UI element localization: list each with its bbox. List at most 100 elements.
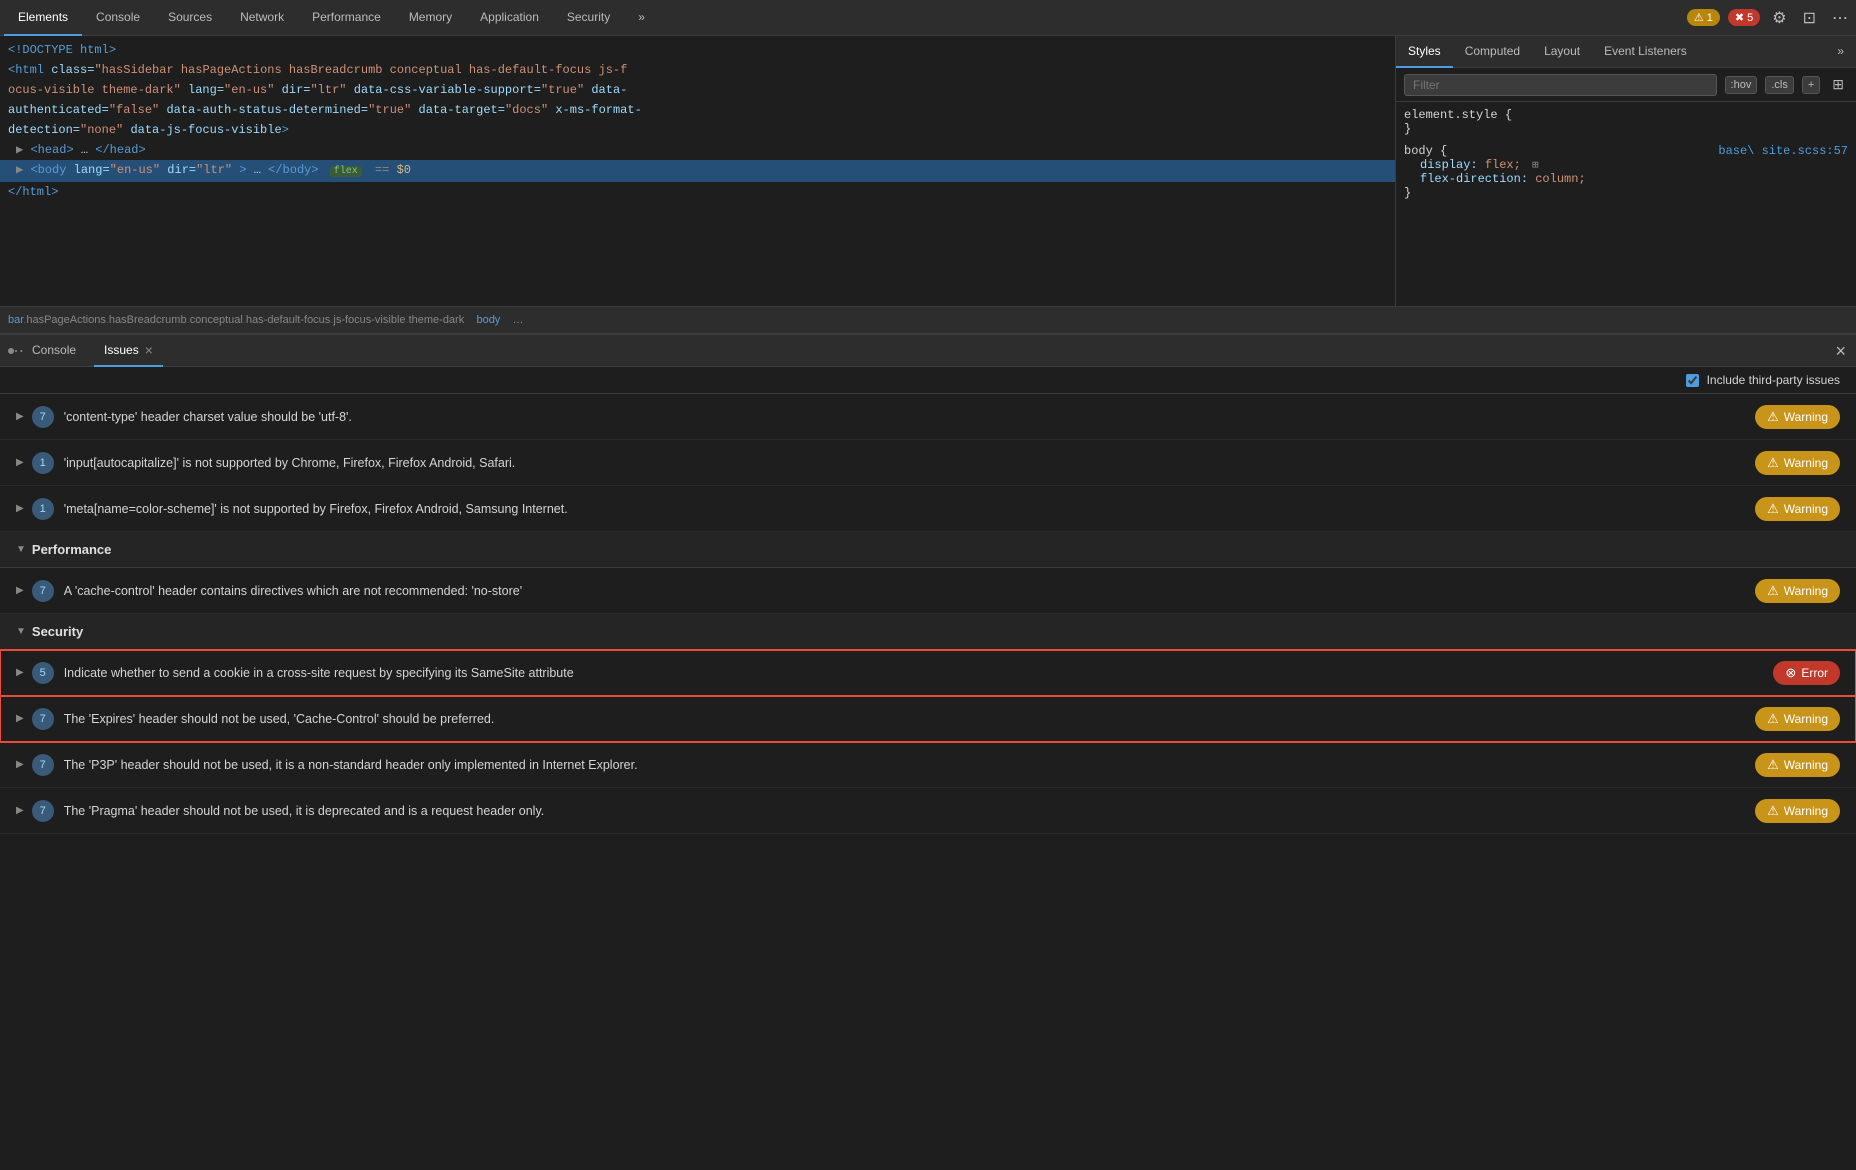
flex-badge: flex (330, 166, 362, 177)
third-party-label: Include third-party issues (1707, 373, 1840, 387)
main-split: <!DOCTYPE html> <html class="hasSidebar … (0, 36, 1856, 306)
issue-text: 'input[autocapitalize]' is not supported… (64, 456, 1755, 470)
css-source-link[interactable]: base\ site.scss:57 (1718, 144, 1848, 158)
tab-console-bottom[interactable]: Console (22, 335, 86, 367)
warning-icon: ⚠ (1694, 11, 1704, 24)
issue-row[interactable]: ▶ 1 'input[autocapitalize]' is not suppo… (0, 440, 1856, 486)
warn-triangle-icon: ⚠ (1767, 583, 1779, 599)
warning-badge: ⚠ Warning (1755, 405, 1840, 429)
tab-styles[interactable]: Styles (1396, 36, 1453, 68)
category-performance[interactable]: ▼ Performance (0, 532, 1856, 568)
issue-row[interactable]: ▶ 7 A 'cache-control' header contains di… (0, 568, 1856, 614)
panel-dots-button[interactable]: ⋯ (8, 348, 14, 354)
issue-text: 'meta[name=color-scheme]' is not support… (64, 502, 1755, 516)
warning-count: 1 (1707, 12, 1713, 24)
tab-application[interactable]: Application (466, 0, 553, 36)
expand-icon: ▶ (16, 805, 24, 816)
tab-security[interactable]: Security (553, 0, 624, 36)
body-style-closing: } (1404, 186, 1848, 200)
body-style-rule: body { base\ site.scss:57 display: flex;… (1404, 144, 1848, 200)
issues-list: ▶ 7 'content-type' header charset value … (0, 394, 1856, 834)
more-button[interactable]: ⋯ (1828, 4, 1852, 32)
tab-sources[interactable]: Sources (154, 0, 226, 36)
error-badge: ⊗ Error (1773, 661, 1840, 685)
expand-icon: ▶ (16, 411, 24, 422)
code-head-collapsed[interactable]: ▶ <head> … </head> (0, 140, 1395, 160)
warning-count-badge[interactable]: ⚠ 1 (1687, 9, 1720, 26)
tab-issues[interactable]: Issues × (94, 335, 163, 367)
warning-badge: ⚠ Warning (1755, 753, 1840, 777)
issue-count-badge: 7 (32, 406, 54, 428)
tab-memory[interactable]: Memory (395, 0, 466, 36)
code-html-cont1: ocus-visible theme-dark" lang="en-us" di… (0, 80, 1395, 100)
error-circle-icon: ⊗ (1785, 665, 1796, 681)
error-count-badge[interactable]: ✖ 5 (1728, 9, 1760, 26)
issue-row-expires[interactable]: ▶ 7 The 'Expires' header should not be u… (0, 696, 1856, 742)
styles-filter-input[interactable] (1404, 74, 1717, 96)
expand-icon: ▶ (16, 503, 24, 514)
tab-more[interactable]: » (624, 0, 659, 36)
code-body-selected[interactable]: ▶ <body lang="en-us" dir="ltr" > … </bod… (0, 160, 1395, 182)
css-prop-display: display: flex; ⊞ (1404, 158, 1848, 172)
tab-network[interactable]: Network (226, 0, 298, 36)
warning-badge: ⚠ Warning (1755, 497, 1840, 521)
warn-triangle-icon: ⚠ (1767, 757, 1779, 773)
issue-text: The 'P3P' header should not be used, it … (64, 758, 1755, 772)
issue-count-badge: 5 (32, 662, 54, 684)
tab-performance[interactable]: Performance (298, 0, 395, 36)
category-label: Security (32, 624, 83, 639)
issue-text: Indicate whether to send a cookie in a c… (64, 666, 1774, 680)
issues-toolbar: ⋯ Console Issues × × (0, 335, 1856, 367)
styles-content: element.style { } body { base\ site.scss… (1396, 102, 1856, 214)
issue-count-badge: 7 (32, 580, 54, 602)
elements-panel: <!DOCTYPE html> <html class="hasSidebar … (0, 36, 1396, 306)
css-prop-flex-direction: flex-direction: column; (1404, 172, 1848, 186)
issue-count-badge: 1 (32, 452, 54, 474)
tab-console[interactable]: Console (82, 0, 154, 36)
tab-elements[interactable]: Elements (4, 0, 82, 36)
expand-icon: ▶ (16, 457, 24, 468)
tab-event-listeners[interactable]: Event Listeners (1592, 36, 1699, 68)
issue-row[interactable]: ▶ 7 The 'P3P' header should not be used,… (0, 742, 1856, 788)
styles-tab-bar: Styles Computed Layout Event Listeners » (1396, 36, 1856, 68)
category-label: Performance (32, 542, 111, 557)
expand-icon: ▶ (16, 667, 24, 678)
third-party-checkbox[interactable] (1686, 374, 1699, 387)
grid-icon[interactable]: ⊞ (1828, 72, 1848, 97)
warn-triangle-icon: ⚠ (1767, 455, 1779, 471)
issue-text: The 'Pragma' header should not be used, … (64, 804, 1755, 818)
element-style-closing: } (1404, 122, 1848, 136)
code-html-close: </html> (0, 182, 1395, 202)
warn-triangle-icon: ⚠ (1767, 711, 1779, 727)
styles-filter-bar: :hov .cls + ⊞ (1396, 68, 1856, 102)
issue-row[interactable]: ▶ 7 'content-type' header charset value … (0, 394, 1856, 440)
grid-icon-small: ⊞ (1532, 160, 1539, 172)
issue-text: 'content-type' header charset value shou… (64, 410, 1755, 424)
expand-icon: ▶ (16, 759, 24, 770)
warning-badge: ⚠ Warning (1755, 579, 1840, 603)
dock-button[interactable]: ⊡ (1799, 4, 1820, 32)
error-icon: ✖ (1735, 11, 1744, 24)
hov-button[interactable]: :hov (1725, 76, 1758, 94)
close-panel-button[interactable]: × (1833, 340, 1848, 362)
styles-panel: Styles Computed Layout Event Listeners »… (1396, 36, 1856, 306)
issue-row[interactable]: ▶ 1 'meta[name=color-scheme]' is not sup… (0, 486, 1856, 532)
issue-row[interactable]: ▶ 7 The 'Pragma' header should not be us… (0, 788, 1856, 834)
cls-button[interactable]: .cls (1765, 76, 1794, 94)
add-style-button[interactable]: + (1802, 76, 1820, 94)
close-issues-tab[interactable]: × (145, 342, 153, 358)
tab-computed[interactable]: Computed (1453, 36, 1532, 68)
settings-button[interactable]: ⚙ (1768, 4, 1790, 32)
issue-row-error-samesite[interactable]: ▶ 5 Indicate whether to send a cookie in… (0, 650, 1856, 696)
category-security[interactable]: ▼ Security (0, 614, 1856, 650)
warning-badge: ⚠ Warning (1755, 799, 1840, 823)
issue-count-badge: 7 (32, 708, 54, 730)
tab-layout[interactable]: Layout (1532, 36, 1592, 68)
element-style-rule: element.style { } (1404, 108, 1848, 136)
tab-styles-more[interactable]: » (1825, 36, 1856, 68)
warn-triangle-icon: ⚠ (1767, 409, 1779, 425)
element-style-selector: element.style { (1404, 108, 1848, 122)
body-style-selector-line: body { base\ site.scss:57 (1404, 144, 1848, 158)
issues-panel: ⋯ Console Issues × × Include third-party… (0, 334, 1856, 834)
issue-count-badge: 1 (32, 498, 54, 520)
